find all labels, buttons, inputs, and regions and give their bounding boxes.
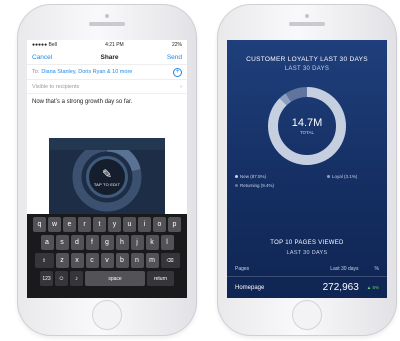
keyboard-row-3: ⇧ zxcvbnm ⌫ <box>29 253 185 268</box>
keyboard-row-1: qwertyuiop <box>29 217 185 232</box>
key-h[interactable]: h <box>115 235 129 250</box>
battery-level: 22% <box>171 42 182 48</box>
home-button[interactable] <box>292 300 322 330</box>
loyalty-donut-chart[interactable]: 14.7M TOTAL <box>263 82 351 170</box>
legend-item-new: New (87.5%) <box>235 174 266 179</box>
key-i[interactable]: i <box>138 217 151 232</box>
header-percent: % <box>374 266 379 272</box>
right-phone: CUSTOMER LOYALTY LAST 30 DAYS LAST 30 DA… <box>217 4 397 336</box>
row-change: ▲ 5% <box>366 285 379 290</box>
key-d[interactable]: d <box>70 235 84 250</box>
legend-dot <box>327 175 330 179</box>
key-q[interactable]: q <box>33 217 46 232</box>
key-w[interactable]: w <box>48 217 61 232</box>
share-screen: ●●●●● Bell 4:21 PM 22% Cancel Share Send… <box>27 40 187 298</box>
key-j[interactable]: j <box>130 235 144 250</box>
recipients-field[interactable]: Diana Stanley, Doris Ryan & 10 more <box>41 69 173 75</box>
header-period: Last 30 days <box>330 266 359 272</box>
globe-icon[interactable]: ☺ <box>55 271 68 286</box>
key-s[interactable]: s <box>55 235 69 250</box>
key-b[interactable]: b <box>115 253 129 268</box>
legend-dot <box>235 175 238 179</box>
legend-dot <box>235 184 238 188</box>
key-z[interactable]: z <box>55 253 69 268</box>
chart-title: CUSTOMER LOYALTY LAST 30 DAYS <box>246 56 368 63</box>
tap-to-edit-button[interactable]: ✎ TAP TO EDIT <box>86 156 128 198</box>
microphone-icon[interactable]: ♪ <box>70 271 83 286</box>
paintbrush-icon: ✎ <box>101 166 113 181</box>
keyboard-letters-row-3: zxcvbnm <box>55 253 160 268</box>
key-p[interactable]: p <box>168 217 181 232</box>
front-camera <box>305 14 309 18</box>
speaker-grille <box>289 22 325 26</box>
key-g[interactable]: g <box>100 235 114 250</box>
section-title: TOP 10 PAGES VIEWED <box>270 240 344 246</box>
header-pages: Pages <box>235 266 250 272</box>
key-u[interactable]: u <box>123 217 136 232</box>
recipients-row[interactable]: To: Diana Stanley, Doris Ryan & 10 more … <box>27 65 187 80</box>
shift-key[interactable]: ⇧ <box>34 253 54 268</box>
keyboard-row-2: asdfghjkl <box>29 235 185 250</box>
home-button[interactable] <box>92 300 122 330</box>
legend-label: Returning (9.4%) <box>240 183 275 188</box>
key-c[interactable]: c <box>85 253 99 268</box>
chart-attachment[interactable]: ✎ TAP TO EDIT <box>49 138 165 218</box>
front-camera <box>105 14 109 18</box>
key-e[interactable]: e <box>63 217 76 232</box>
backspace-key[interactable]: ⌫ <box>160 253 180 268</box>
send-button[interactable]: Send <box>167 54 182 61</box>
legend-label: New (87.5%) <box>240 174 267 179</box>
key-v[interactable]: v <box>100 253 114 268</box>
speaker-grille <box>89 22 125 26</box>
legend-item-returning: Returning (9.4%) <box>235 183 274 188</box>
return-key[interactable]: return <box>147 271 174 286</box>
message-body[interactable]: Now that’s a strong growth day so far. <box>27 94 187 116</box>
key-l[interactable]: l <box>160 235 174 250</box>
nav-title: Share <box>100 53 119 61</box>
key-n[interactable]: n <box>130 253 144 268</box>
status-bar: ●●●●● Bell 4:21 PM 22% <box>27 40 187 50</box>
visibility-label: Visible to recipients <box>32 83 80 90</box>
tap-to-edit-label: TAP TO EDIT <box>93 181 121 187</box>
visibility-row[interactable]: Visible to recipients › <box>27 80 187 94</box>
key-r[interactable]: r <box>78 217 91 232</box>
space-key[interactable]: space <box>85 271 145 286</box>
key-t[interactable]: t <box>93 217 106 232</box>
legend-label: Loyal (3.1%) <box>332 174 358 179</box>
chart-subtitle: LAST 30 DAYS <box>284 66 330 72</box>
key-a[interactable]: a <box>40 235 54 250</box>
row-page-name: Homepage <box>235 284 265 291</box>
to-label: To: <box>32 69 40 75</box>
status-time: 4:21 PM <box>105 42 124 48</box>
add-recipient-icon[interactable]: + <box>173 67 182 77</box>
dashboard-screen: CUSTOMER LOYALTY LAST 30 DAYS LAST 30 DA… <box>227 40 387 298</box>
left-phone: ●●●●● Bell 4:21 PM 22% Cancel Share Send… <box>17 4 197 336</box>
key-m[interactable]: m <box>145 253 159 268</box>
table-header: Pages Last 30 days % <box>235 266 379 272</box>
table-row[interactable]: Homepage 272,963 ▲ 5% <box>235 282 379 293</box>
legend-item-loyal: Loyal (3.1%) <box>327 174 357 179</box>
total-label: TOTAL <box>299 130 315 135</box>
section-subtitle: LAST 30 DAYS <box>286 250 328 256</box>
chevron-right-icon: › <box>180 83 182 90</box>
key-x[interactable]: x <box>70 253 84 268</box>
row-value: 272,963 <box>322 282 359 293</box>
key-f[interactable]: f <box>85 235 99 250</box>
cancel-button[interactable]: Cancel <box>32 54 52 61</box>
keyboard: qwertyuiop asdfghjkl ⇧ zxcvbnm ⌫ 123 ☺ ♪… <box>27 214 187 298</box>
key-o[interactable]: o <box>153 217 166 232</box>
key-y[interactable]: y <box>108 217 121 232</box>
key-k[interactable]: k <box>145 235 159 250</box>
carrier-signal: ●●●●● Bell <box>32 42 57 48</box>
divider <box>227 276 387 277</box>
keyboard-row-4: 123 ☺ ♪ space return <box>29 271 185 286</box>
numbers-key[interactable]: 123 <box>40 271 53 286</box>
total-value: 14.7M <box>291 117 323 129</box>
donut-center: 14.7M TOTAL <box>263 82 351 170</box>
nav-bar: Cancel Share Send <box>27 50 187 65</box>
